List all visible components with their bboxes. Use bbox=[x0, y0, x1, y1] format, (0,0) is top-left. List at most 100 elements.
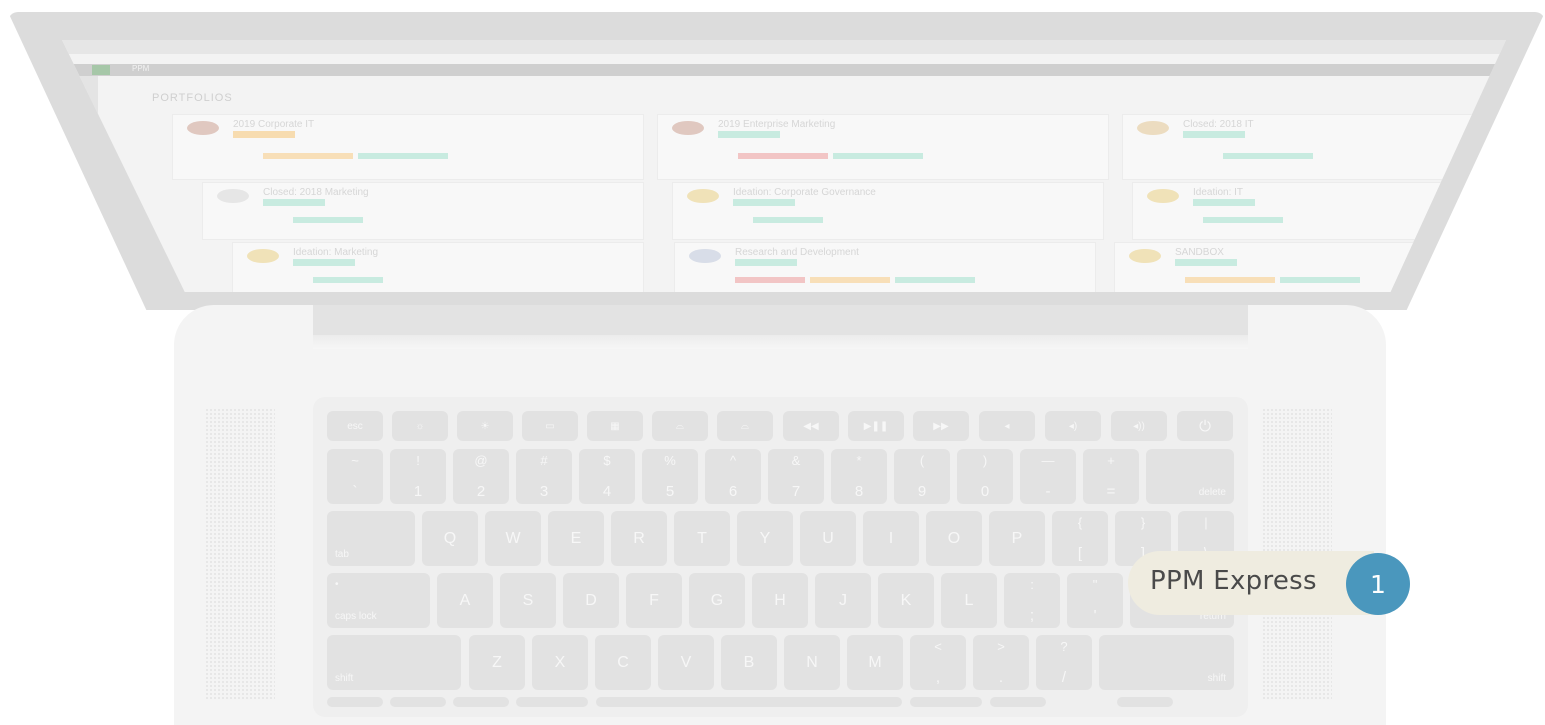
key-backlight-up: ⌓ bbox=[717, 411, 773, 441]
key-y: Y bbox=[737, 511, 793, 566]
key-command-right bbox=[910, 697, 982, 707]
key-h: H bbox=[752, 573, 808, 628]
portfolio-card: SANDBOX bbox=[1114, 242, 1416, 292]
backlight-down-icon: ⌓ bbox=[676, 420, 684, 432]
status-badge bbox=[293, 259, 355, 266]
key-play-pause: ▶❚❚ bbox=[848, 411, 904, 441]
portfolio-avatar bbox=[1137, 121, 1169, 135]
power-icon: ⏻ bbox=[1199, 417, 1211, 435]
speaker-grille-left bbox=[205, 408, 275, 701]
key-control bbox=[390, 697, 446, 707]
key-7: & 7 bbox=[768, 449, 824, 504]
key-k: K bbox=[878, 573, 934, 628]
key-brightness-down: ☼ bbox=[392, 411, 448, 441]
status-badge bbox=[1183, 131, 1245, 138]
key-option bbox=[453, 697, 509, 707]
key-arrow-up bbox=[1117, 697, 1173, 707]
key-6: ^ 6 bbox=[705, 449, 761, 504]
key-quote: " ' bbox=[1067, 573, 1123, 628]
key-minus: — - bbox=[1020, 449, 1076, 504]
mute-icon: ◂ bbox=[1004, 420, 1010, 432]
key-o: O bbox=[926, 511, 982, 566]
key-l: L bbox=[941, 573, 997, 628]
status-badge bbox=[233, 131, 295, 138]
key-3: #3 bbox=[516, 449, 572, 504]
progress-bar bbox=[895, 277, 975, 283]
key-2: @2 bbox=[453, 449, 509, 504]
portfolio-avatar bbox=[1129, 249, 1161, 263]
key-volume-down: ◂) bbox=[1045, 411, 1101, 441]
key-comma: <, bbox=[910, 635, 966, 690]
progress-bar bbox=[738, 153, 828, 159]
portfolio-avatar bbox=[247, 249, 279, 263]
progress-bar bbox=[313, 277, 383, 283]
portfolio-card-title: Ideation: IT bbox=[1193, 187, 1244, 198]
progress-bar bbox=[358, 153, 448, 159]
key-9: (9 bbox=[894, 449, 950, 504]
key-v: V bbox=[658, 635, 714, 690]
key-d: D bbox=[563, 573, 619, 628]
portfolio-avatar bbox=[217, 189, 249, 203]
key-x: X bbox=[532, 635, 588, 690]
progress-bar bbox=[833, 153, 923, 159]
portfolio-card-title: 2019 Enterprise Marketing bbox=[718, 119, 836, 130]
launchpad-icon: ▦ bbox=[610, 420, 620, 432]
key-tab: tab bbox=[327, 511, 415, 566]
progress-bar bbox=[263, 153, 353, 159]
fast-forward-icon: ▶▶ bbox=[933, 420, 949, 432]
key-m: M bbox=[847, 635, 903, 690]
app-logo bbox=[92, 65, 110, 75]
key-fast-forward: ▶▶ bbox=[913, 411, 969, 441]
key-q: Q bbox=[422, 511, 478, 566]
progress-bar bbox=[735, 277, 805, 283]
callout-number-marker[interactable]: 1 bbox=[1346, 553, 1410, 615]
caps-lock-indicator-icon: • bbox=[335, 579, 339, 590]
key-brightness-up: ☀ bbox=[457, 411, 513, 441]
status-badge bbox=[735, 259, 797, 266]
key-e: E bbox=[548, 511, 604, 566]
callout-label[interactable]: PPM Express bbox=[1150, 566, 1317, 596]
portfolio-card-title: Ideation: Corporate Governance bbox=[733, 187, 876, 198]
portfolio-card: Ideation: IT bbox=[1132, 182, 1464, 240]
status-badge bbox=[1193, 199, 1255, 206]
portfolio-card-title: SANDBOX bbox=[1175, 247, 1224, 258]
progress-bar bbox=[293, 217, 363, 223]
progress-bar bbox=[1223, 153, 1313, 159]
progress-bar bbox=[753, 217, 823, 223]
key-tilde: ~ ` bbox=[327, 449, 383, 504]
key-launchpad: ▦ bbox=[587, 411, 643, 441]
key-r: R bbox=[611, 511, 667, 566]
portfolio-card: Ideation: Corporate Governance bbox=[672, 182, 1104, 240]
key-t: T bbox=[674, 511, 730, 566]
volume-up-icon: ◂)) bbox=[1133, 420, 1145, 432]
play-pause-icon: ▶❚❚ bbox=[863, 420, 889, 432]
page-title: PORTFOLIOS bbox=[152, 92, 233, 104]
app-name: PPM bbox=[132, 64, 150, 73]
key-g: G bbox=[689, 573, 745, 628]
portfolio-card-title: Research and Development bbox=[735, 247, 859, 258]
key-u: U bbox=[800, 511, 856, 566]
key-a: A bbox=[437, 573, 493, 628]
portfolio-card: 2019 Corporate IT bbox=[172, 114, 644, 180]
portfolio-card: Closed: 2018 Marketing bbox=[202, 182, 644, 240]
portfolio-card: Ideation: Marketing bbox=[232, 242, 644, 292]
key-mission-control: ▭ bbox=[522, 411, 578, 441]
key-w: W bbox=[485, 511, 541, 566]
app-header-bar bbox=[62, 64, 1506, 76]
key-power: ⏻ bbox=[1177, 411, 1233, 441]
volume-down-icon: ◂) bbox=[1068, 420, 1078, 432]
laptop-screen: PPM PORTFOLIOS 2019 Corporate IT 2019 En… bbox=[62, 40, 1506, 292]
status-badge bbox=[263, 199, 325, 206]
progress-bar bbox=[1203, 217, 1283, 223]
key-b: B bbox=[721, 635, 777, 690]
key-volume-up: ◂)) bbox=[1111, 411, 1167, 441]
sun-small-icon: ☼ bbox=[415, 420, 425, 432]
key-rewind: ◀◀ bbox=[783, 411, 839, 441]
key-j: J bbox=[815, 573, 871, 628]
progress-bar bbox=[810, 277, 890, 283]
key-s: S bbox=[500, 573, 556, 628]
key-period: >. bbox=[973, 635, 1029, 690]
key-n: N bbox=[784, 635, 840, 690]
key-5: % 5 bbox=[642, 449, 698, 504]
portfolio-card: Research and Development bbox=[674, 242, 1096, 292]
